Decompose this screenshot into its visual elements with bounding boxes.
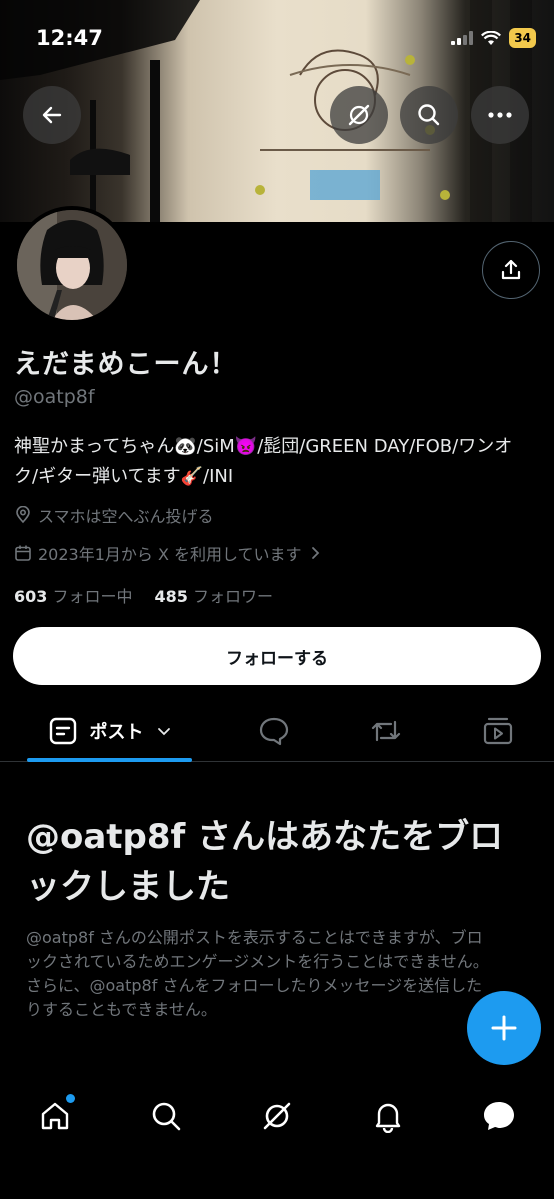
follow-counts: 603 フォロー中 485 フォロワー — [14, 583, 273, 607]
following-label: フォロー中 — [52, 587, 133, 606]
profile-joined[interactable]: 2023年1月から X を利用しています — [14, 541, 322, 565]
nav-search[interactable] — [142, 1092, 190, 1140]
avatar[interactable] — [13, 206, 131, 324]
blocked-description: @oatp8f さんの公開ポストを表示することはできますが、ブロックされているた… — [26, 928, 489, 1019]
profile-handle: @oatp8f — [14, 386, 95, 408]
tab-reposts[interactable] — [356, 700, 416, 762]
status-bar: 12:47 34 — [0, 0, 554, 80]
chevron-right-icon — [311, 547, 319, 559]
signal-icon — [451, 31, 474, 45]
search-nav-icon — [152, 1102, 181, 1131]
tab-media[interactable] — [468, 700, 528, 762]
tab-posts-label: ポスト — [89, 722, 144, 743]
location-text: スマホは空へぶん投げる — [38, 507, 214, 526]
followers-label: フォロワー — [193, 587, 274, 606]
messages-icon — [484, 1102, 514, 1130]
bell-icon — [375, 1103, 401, 1133]
search-button[interactable] — [400, 86, 458, 144]
share-icon — [501, 259, 521, 280]
plus-icon — [491, 1015, 517, 1041]
joined-text: 2023年1月から X を利用しています — [38, 545, 302, 564]
status-time: 12:47 — [36, 26, 103, 50]
calendar-icon — [15, 545, 31, 561]
avatar-image — [17, 210, 127, 320]
nav-messages[interactable] — [475, 1092, 523, 1140]
bottom-navigation — [0, 1070, 554, 1199]
profile-location: スマホは空へぶん投げる — [14, 503, 214, 527]
back-button[interactable] — [23, 86, 81, 144]
tab-replies[interactable] — [244, 700, 304, 762]
followers-count: 485 — [154, 587, 188, 606]
more-icon — [488, 112, 512, 118]
wifi-icon — [481, 30, 502, 45]
profile-tabs: ポスト — [0, 700, 554, 762]
nav-home[interactable] — [31, 1092, 79, 1140]
tab-posts[interactable]: ポスト — [27, 700, 192, 762]
posts-icon — [49, 717, 76, 745]
more-button[interactable] — [471, 86, 529, 144]
back-arrow-icon — [42, 106, 62, 124]
following-count: 603 — [14, 587, 48, 606]
share-button[interactable] — [482, 241, 540, 299]
profile-name: えだまめこーん！ — [14, 349, 238, 380]
battery-indicator: 34 — [509, 28, 536, 48]
nav-notifications[interactable] — [364, 1092, 412, 1140]
media-icon — [483, 717, 513, 745]
blocked-title: @oatp8f さんはあなたをブロックしました — [26, 817, 504, 907]
location-icon — [16, 506, 30, 524]
notification-dot — [66, 1094, 75, 1103]
nav-grok[interactable] — [253, 1092, 301, 1140]
grok-icon — [348, 104, 370, 126]
home-icon — [41, 1102, 69, 1130]
compose-button[interactable] — [467, 991, 541, 1065]
profile-bio: 神聖かまってちゃん🐼/SiM👿/髭団/GREEN DAY/FOB/ワンオク/ギタ… — [14, 436, 513, 487]
repost-icon — [371, 720, 401, 742]
followers-link[interactable]: 485 フォロワー — [155, 583, 274, 607]
status-icons: 34 — [451, 28, 536, 48]
search-icon — [418, 104, 440, 126]
reply-icon — [259, 717, 289, 746]
chevron-down-icon — [157, 728, 170, 736]
grok-button[interactable] — [330, 86, 388, 144]
following-link[interactable]: 603 フォロー中 — [14, 583, 133, 607]
active-tab-indicator — [27, 758, 192, 762]
grok-nav-icon — [263, 1102, 291, 1130]
follow-button[interactable]: フォローする — [13, 627, 541, 685]
